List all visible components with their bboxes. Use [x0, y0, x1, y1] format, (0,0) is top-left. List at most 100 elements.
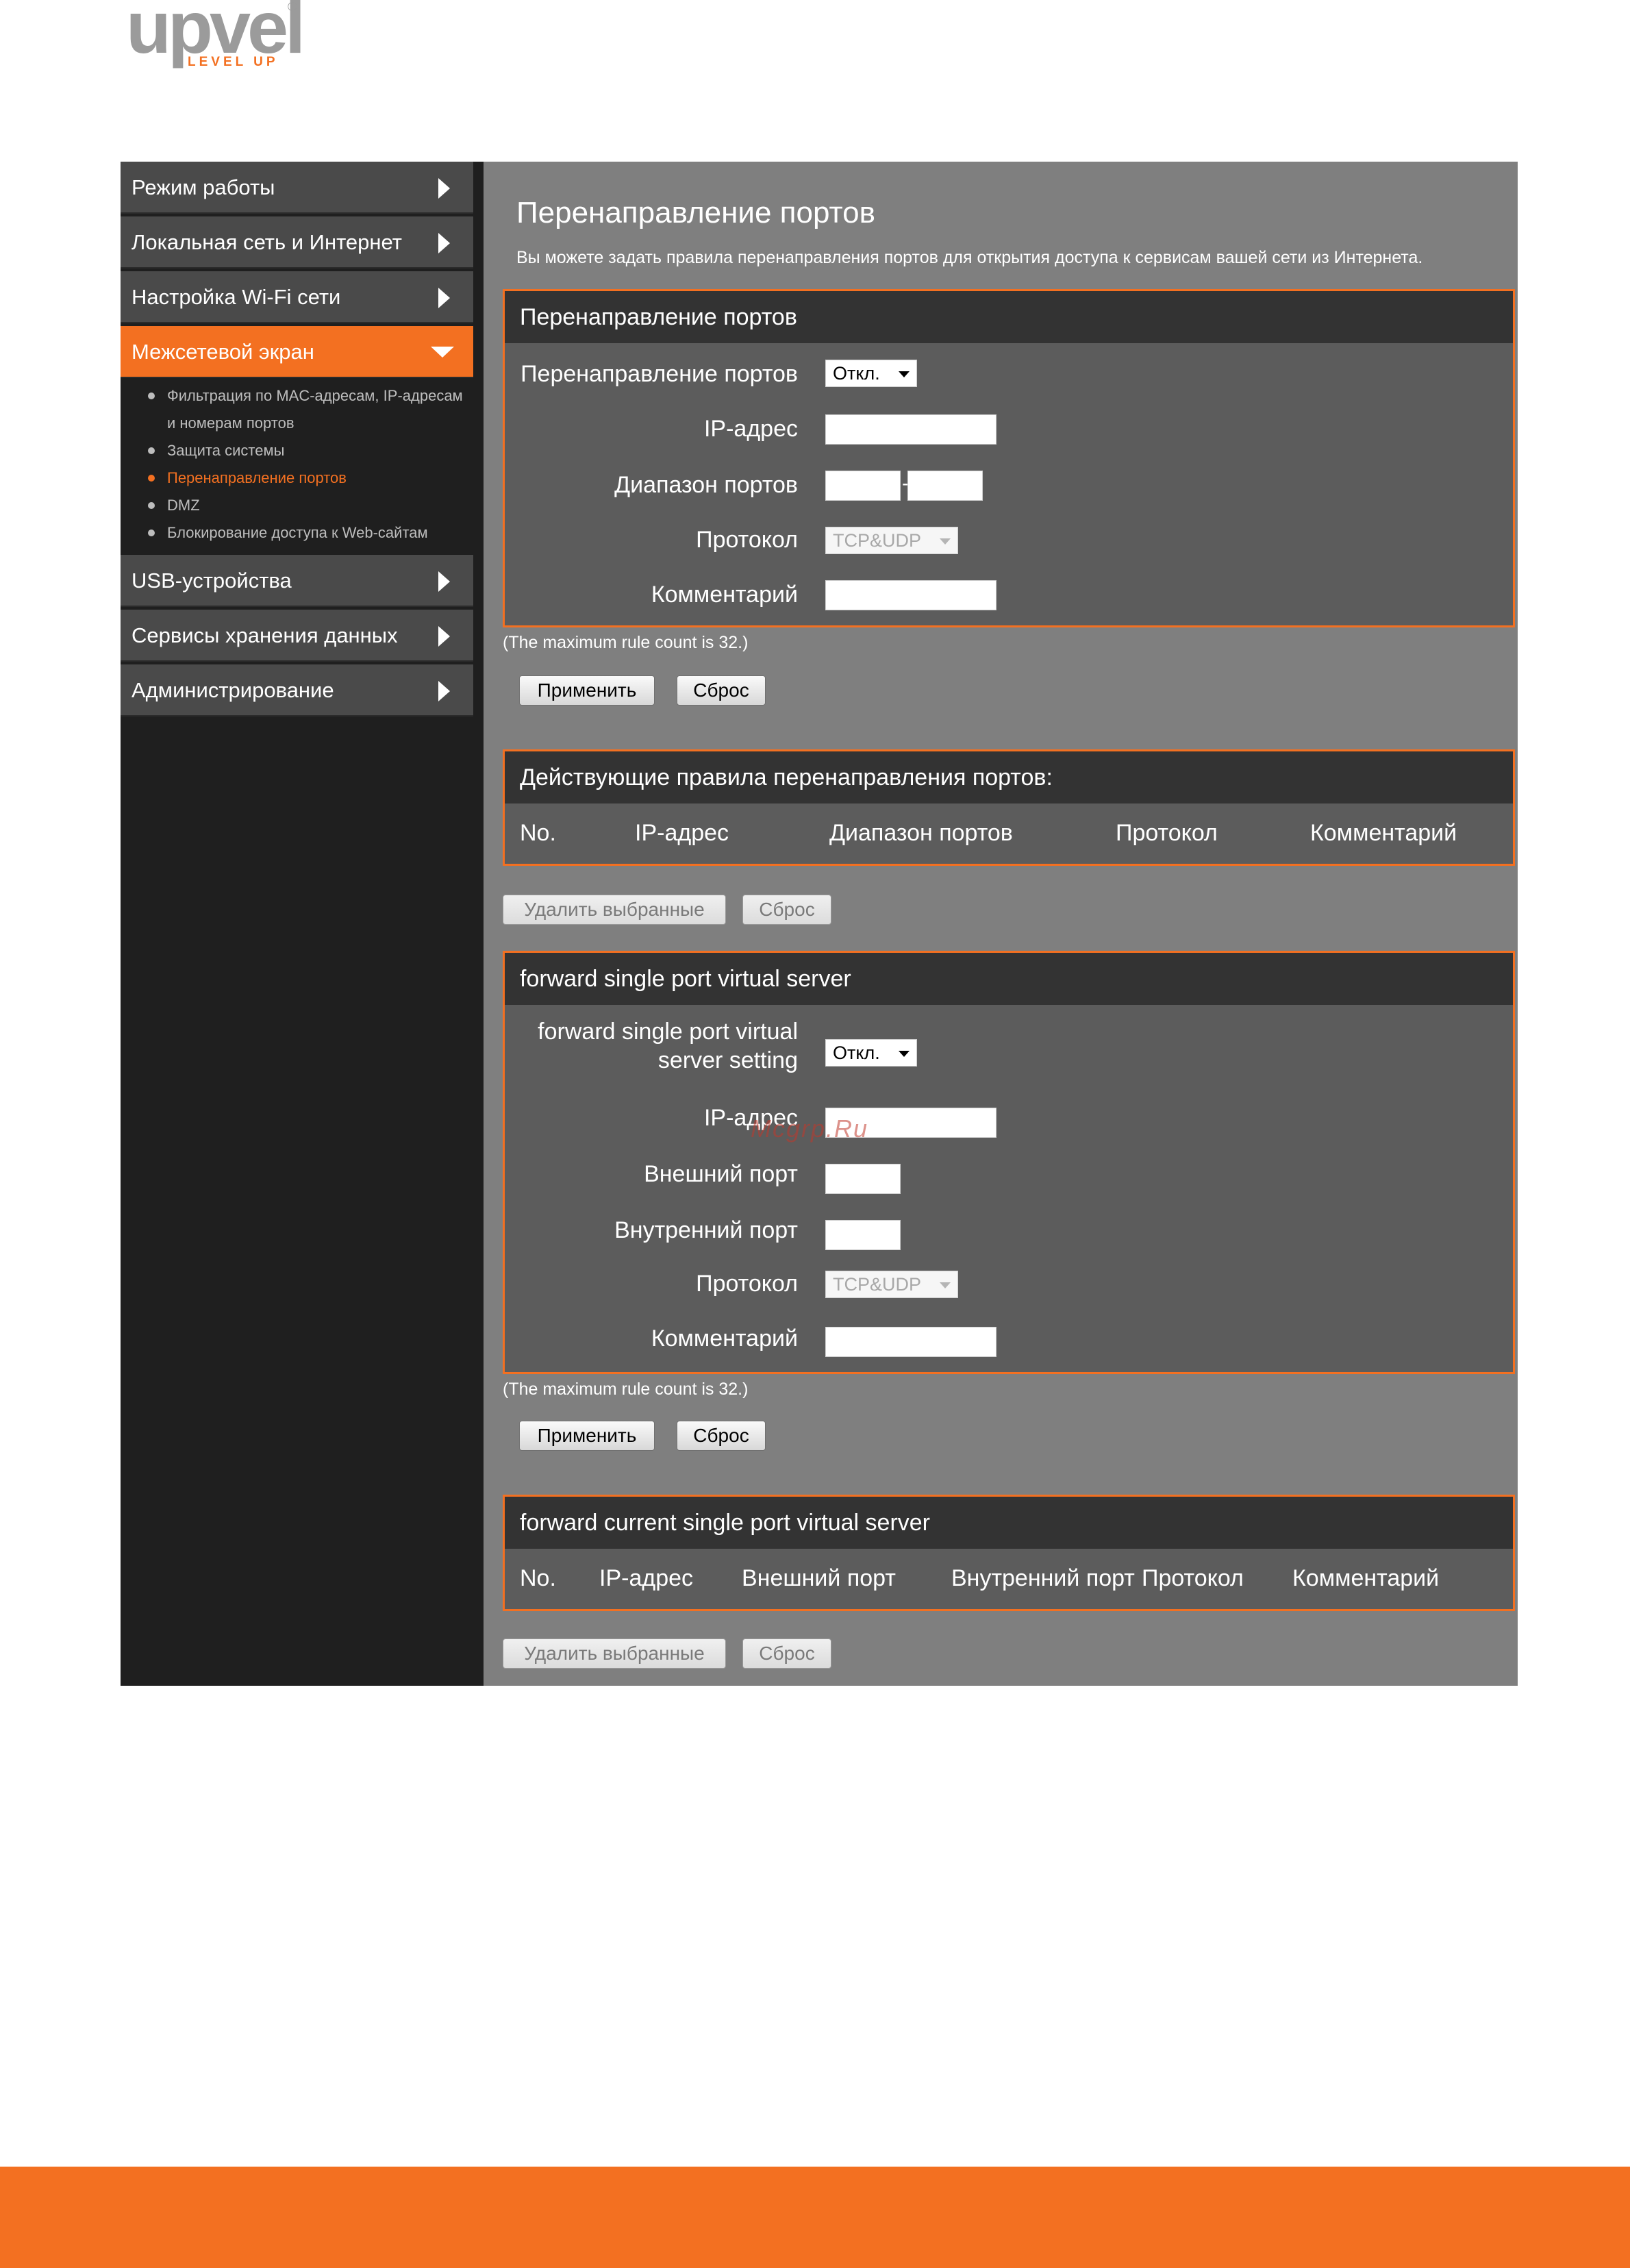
arrow-down-icon [431, 347, 454, 358]
reset-button[interactable]: Сброс [742, 1638, 831, 1669]
chevron-down-icon [940, 538, 951, 545]
column-header-port-range: Диапазон портов [829, 820, 1013, 846]
protocol-select[interactable]: TCP&UDP [825, 1271, 958, 1298]
subitem-mac-ip-filter-cont[interactable]: и номерам портов [167, 410, 294, 437]
subitem-system-protection[interactable]: Защита системы [167, 437, 284, 464]
external-port-label: Внешний порт [644, 1161, 798, 1187]
subitem-mac-ip-filter[interactable]: Фильтрация по MAC-адресам, IP-адресам [167, 382, 463, 410]
comment-input[interactable] [825, 580, 996, 610]
apply-button[interactable]: Применить [519, 675, 655, 706]
ip-address-input[interactable] [825, 414, 996, 445]
single-port-virtual-server-panel: forward single port virtual server forwa… [503, 951, 1515, 1374]
column-header-no: No. [520, 820, 556, 846]
bullet-icon [148, 392, 155, 399]
reset-button[interactable]: Сброс [677, 1421, 766, 1451]
arrow-right-icon [438, 178, 450, 199]
column-header-external-port: Внешний порт [742, 1565, 896, 1591]
arrow-right-icon [438, 626, 450, 647]
sidebar: Режим работы Локальная сеть и Интернет Н… [121, 162, 484, 1686]
comment-label: Комментарий [651, 1325, 798, 1351]
column-header-internal-port: Внутренний порт [951, 1565, 1135, 1591]
panel-header: forward single port virtual server [505, 953, 1513, 1005]
column-header-ip: IP-адрес [635, 820, 729, 846]
protocol-select[interactable]: TCP&UDP [825, 527, 958, 554]
max-rule-note: (The maximum rule count is 32.) [503, 633, 749, 652]
port-forwarding-panel: Перенаправление портов Перенаправление п… [503, 289, 1515, 627]
logo-tagline: LEVEL UP [188, 55, 279, 69]
sidebar-item-administration[interactable]: Администрирование [121, 664, 473, 716]
current-single-port-panel: forward current single port virtual serv… [503, 1495, 1515, 1611]
protocol-select-value: TCP&UDP [833, 530, 922, 551]
sidebar-item-label: USB-устройства [131, 569, 292, 593]
setting-label: forward single port virtual server setti… [538, 1019, 798, 1073]
main-content: Перенаправление портов Вы можете задать … [484, 162, 1518, 1686]
upvel-logo: upvel ® LEVEL UP [126, 0, 305, 75]
page-title: Перенаправление портов [516, 196, 875, 229]
arrow-right-icon [438, 681, 450, 701]
subitem-port-forwarding[interactable]: Перенаправление портов [167, 464, 347, 492]
arrow-right-icon [438, 571, 450, 592]
router-admin-screenshot: Режим работы Локальная сеть и Интернет Н… [121, 162, 1518, 1686]
sidebar-item-label: Режим работы [131, 175, 275, 199]
sidebar-item-storage[interactable]: Сервисы хранения данных [121, 610, 473, 662]
apply-button[interactable]: Применить [519, 1421, 655, 1451]
protocol-select-value: TCP&UDP [833, 1274, 922, 1295]
protocol-label: Протокол [696, 1271, 798, 1297]
sidebar-item-wifi[interactable]: Настройка Wi-Fi сети [121, 271, 473, 323]
port-range-end-input[interactable] [907, 471, 983, 501]
bullet-icon [148, 475, 155, 482]
active-rules-panel: Действующие правила перенаправления порт… [503, 749, 1515, 866]
subitem-website-blocking[interactable]: Блокирование доступа к Web-сайтам [167, 519, 428, 547]
internal-port-label: Внутренний порт [614, 1217, 798, 1243]
forwarding-label: Перенаправление портов [521, 361, 798, 387]
footer-bar [0, 2167, 1630, 2268]
watermark: Mcgrp.Ru [751, 1114, 869, 1143]
column-header-protocol: Протокол [1116, 820, 1218, 846]
setting-select[interactable]: Откл. [825, 1039, 917, 1067]
delete-selected-button[interactable]: Удалить выбранные [503, 895, 726, 925]
reset-button[interactable]: Сброс [677, 675, 766, 706]
page-description: Вы можете задать правила перенаправления… [516, 248, 1423, 267]
forwarding-select-value: Откл. [833, 363, 880, 384]
sidebar-item-label: Сервисы хранения данных [131, 623, 398, 647]
max-rule-note: (The maximum rule count is 32.) [503, 1380, 749, 1399]
external-port-input[interactable] [825, 1164, 901, 1194]
delete-selected-button[interactable]: Удалить выбранные [503, 1638, 726, 1669]
sidebar-item-label: Администрирование [131, 678, 334, 702]
logo-registered-mark: ® [288, 0, 297, 14]
panel-header: Перенаправление портов [505, 291, 1513, 343]
bullet-icon [148, 447, 155, 454]
column-header-ip: IP-адрес [599, 1565, 694, 1591]
subitem-dmz[interactable]: DMZ [167, 492, 200, 519]
bullet-icon [148, 529, 155, 536]
chevron-down-icon [899, 371, 910, 377]
comment-input[interactable] [825, 1327, 996, 1357]
arrow-right-icon [438, 288, 450, 308]
sidebar-item-operation-mode[interactable]: Режим работы [121, 162, 473, 214]
sidebar-item-label: Локальная сеть и Интернет [131, 230, 402, 254]
sidebar-item-usb[interactable]: USB-устройства [121, 555, 473, 607]
column-header-comment: Комментарий [1310, 820, 1457, 846]
setting-select-value: Откл. [833, 1043, 880, 1063]
panel-header: forward current single port virtual serv… [505, 1497, 1513, 1549]
port-range-label: Диапазон портов [614, 472, 798, 498]
protocol-label: Протокол [696, 527, 798, 553]
sidebar-item-lan-internet[interactable]: Локальная сеть и Интернет [121, 216, 473, 269]
chevron-down-icon [899, 1051, 910, 1057]
arrow-right-icon [438, 233, 450, 253]
sidebar-item-firewall[interactable]: Межсетевой экран [121, 326, 473, 378]
chevron-down-icon [940, 1282, 951, 1288]
column-header-protocol: Протокол [1142, 1565, 1244, 1591]
port-range-start-input[interactable] [825, 471, 901, 501]
comment-label: Комментарий [651, 582, 798, 608]
forwarding-select[interactable]: Откл. [825, 360, 917, 387]
sidebar-item-label: Межсетевой экран [131, 340, 314, 364]
ip-label: IP-адрес [703, 416, 798, 442]
column-header-no: No. [520, 1565, 556, 1591]
internal-port-input[interactable] [825, 1220, 901, 1250]
bullet-icon [148, 502, 155, 509]
sidebar-item-label: Настройка Wi-Fi сети [131, 285, 341, 309]
column-header-comment: Комментарий [1292, 1565, 1440, 1591]
panel-header: Действующие правила перенаправления порт… [505, 751, 1513, 803]
reset-button[interactable]: Сброс [742, 895, 831, 925]
